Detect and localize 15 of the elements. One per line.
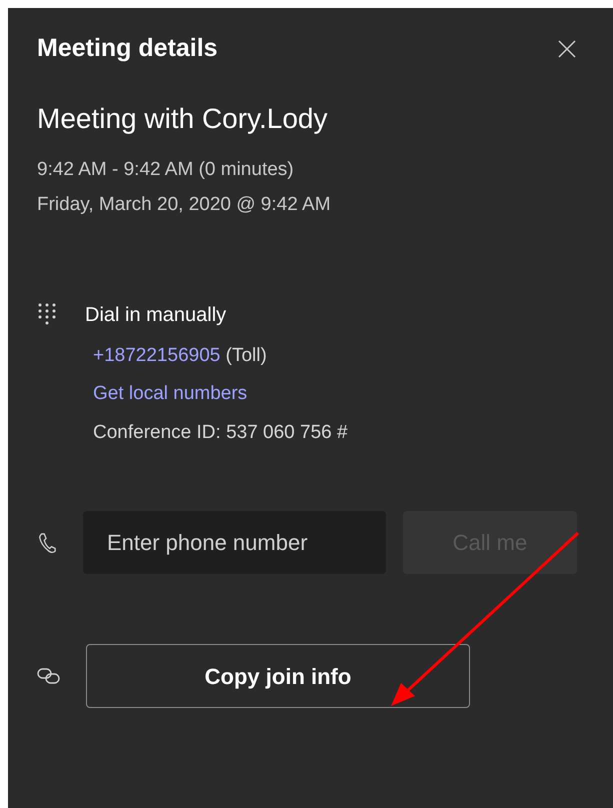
- toll-note: (Toll): [226, 344, 267, 366]
- phone-icon: [37, 530, 57, 554]
- meeting-date: Friday, March 20, 2020 @ 9:42 AM: [37, 193, 332, 217]
- conference-id: Conference ID: 537 060 756 #: [93, 420, 349, 444]
- time-range: 9:42 AM - 9:42 AM (0 minutes): [37, 158, 295, 182]
- panel-title: Meeting details: [37, 33, 218, 64]
- link-icon: [37, 667, 61, 685]
- close-icon[interactable]: [557, 38, 577, 59]
- meeting-title: Meeting with Cory.Lody: [37, 102, 328, 136]
- dial-in-heading: Dial in manually: [85, 302, 226, 328]
- phone-number-field[interactable]: Enter phone number: [82, 511, 386, 574]
- phone-number-link[interactable]: +18722156905: [93, 344, 220, 366]
- copy-join-info-button[interactable]: Copy join info: [86, 644, 470, 708]
- local-numbers-link[interactable]: Get local numbers: [93, 380, 248, 408]
- dialpad-icon: [37, 302, 57, 328]
